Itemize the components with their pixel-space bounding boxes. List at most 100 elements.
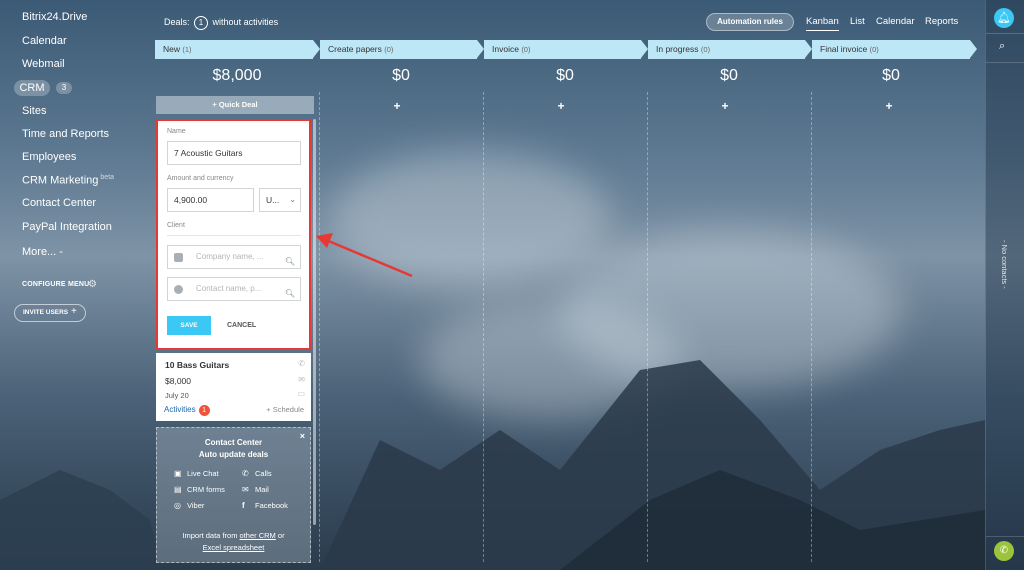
stage-sum-new: $8,000 xyxy=(212,67,262,84)
promo-item-label: Mail xyxy=(255,485,269,494)
import-text: Import data from other CRM or xyxy=(157,531,310,540)
amount-input[interactable]: 4,900.00 xyxy=(167,188,254,212)
configure-menu-button[interactable]: CONFIGURE MENU xyxy=(22,281,89,288)
other-crm-link[interactable]: other CRM xyxy=(240,531,276,540)
beta-label: beta xyxy=(100,174,115,181)
add-deal-create-papers-button[interactable]: + xyxy=(317,99,477,113)
schedule-link[interactable]: + Schedule xyxy=(266,405,304,414)
quick-deal-form: Name 7 Acoustic Guitars Amount and curre… xyxy=(156,119,311,350)
tab-kanban[interactable]: Kanban xyxy=(806,16,839,31)
excel-spreadsheet-link[interactable]: Excel spreadsheet xyxy=(203,543,265,552)
currency-select[interactable]: U... ⌄ xyxy=(259,188,301,212)
stage-header-final-invoice[interactable]: Final invoice (0) xyxy=(812,40,977,59)
phone-icon[interactable]: ✆ xyxy=(298,359,305,368)
sidebar-item-crm[interactable]: CRM xyxy=(14,80,50,96)
background-landscape xyxy=(0,0,1024,570)
column-divider xyxy=(483,92,484,562)
mail-icon[interactable]: ✉ xyxy=(298,375,305,384)
promo-item-label: Viber xyxy=(187,501,205,510)
activities-label: Activities xyxy=(164,405,196,414)
stage-name: Create papers xyxy=(328,44,382,54)
promo-item-label: Facebook xyxy=(255,501,288,510)
stage-count: (0) xyxy=(521,45,531,54)
deal-title[interactable]: 10 Bass Guitars xyxy=(165,360,229,370)
phone-icon: ✆ xyxy=(242,469,249,478)
company-search-input[interactable]: Company name, ... 🔍︎ xyxy=(167,245,301,269)
deals-count-badge[interactable]: 1 xyxy=(194,16,209,30)
column-divider xyxy=(319,92,320,562)
add-deal-invoice-button[interactable]: + xyxy=(481,99,641,113)
crm-forms-link[interactable]: ▤ CRM forms xyxy=(174,485,225,494)
divider xyxy=(167,235,301,236)
stage-header-invoice[interactable]: Invoice (0) xyxy=(484,40,648,59)
stage-header-new[interactable]: New (1) xyxy=(155,40,320,59)
sidebar-item-contact-center[interactable]: Contact Center xyxy=(22,197,96,209)
contact-search-input[interactable]: Contact name, p... 🔍︎ xyxy=(167,277,301,301)
sidebar-item-employees[interactable]: Employees xyxy=(22,151,76,163)
automation-rules-button[interactable]: Automation rules xyxy=(706,13,794,31)
bell-icon[interactable]: 🔔︎ xyxy=(994,8,1014,28)
add-deal-final-invoice-button[interactable]: + xyxy=(809,99,969,113)
add-deal-in-progress-button[interactable]: + xyxy=(645,99,805,113)
mail-link[interactable]: ✉ Mail xyxy=(242,485,269,494)
gear-icon[interactable]: ⚙ xyxy=(88,279,97,290)
chat-icon[interactable]: ▭ xyxy=(297,389,305,398)
column-divider xyxy=(647,92,648,562)
deal-amount: $8,000 xyxy=(165,376,191,386)
tab-reports[interactable]: Reports xyxy=(925,16,958,27)
stage-header-in-progress[interactable]: In progress (0) xyxy=(648,40,812,59)
cancel-button[interactable]: CANCEL xyxy=(227,316,256,335)
sidebar-item-label: CRM Marketing xyxy=(22,174,99,187)
sidebar-item-calendar[interactable]: Calendar xyxy=(22,35,67,47)
search-icon[interactable]: ⌕ xyxy=(999,40,1005,53)
deal-date: July 20 xyxy=(165,391,189,400)
crm-count-badge: 3 xyxy=(56,82,72,94)
import-prefix: Import data from xyxy=(182,531,238,540)
activities-link[interactable]: Activities 1 xyxy=(164,405,210,416)
quick-deal-button[interactable]: + Quick Deal xyxy=(156,96,314,114)
viber-link[interactable]: ◎ Viber xyxy=(174,501,204,510)
name-label: Name xyxy=(167,128,186,135)
stage-count: (0) xyxy=(869,45,879,54)
deal-name-input[interactable]: 7 Acoustic Guitars xyxy=(167,141,301,165)
facebook-icon: f xyxy=(242,501,245,510)
currency-value: U... xyxy=(266,195,280,205)
stage-name: New xyxy=(163,44,181,54)
import-text-line2: Excel spreadsheet xyxy=(157,543,310,552)
promo-item-label: Calls xyxy=(255,469,272,478)
stage-name: Invoice xyxy=(492,44,519,54)
stage-header-create-papers[interactable]: Create papers (0) xyxy=(320,40,484,59)
tab-calendar[interactable]: Calendar xyxy=(876,16,915,27)
sidebar-item-time-reports[interactable]: Time and Reports xyxy=(22,128,109,140)
contact-center-promo: × Contact Center Auto update deals ▣ Live… xyxy=(156,427,311,563)
sidebar-item-crm-marketing[interactable]: CRM Marketing beta xyxy=(22,174,114,187)
tab-list[interactable]: List xyxy=(850,16,865,27)
deals-label: Deals: xyxy=(164,17,190,27)
sidebar-item-more[interactable]: More... - xyxy=(22,246,63,258)
phone-call-icon[interactable]: ✆ xyxy=(994,541,1014,561)
live-chat-link[interactable]: ▣ Live Chat xyxy=(174,469,219,478)
chat-icon: ▣ xyxy=(174,469,182,478)
sidebar-item-webmail[interactable]: Webmail xyxy=(22,58,65,70)
sidebar-item-sites[interactable]: Sites xyxy=(22,105,46,117)
stage-sum-final-invoice: $0 xyxy=(882,67,900,84)
company-placeholder: Company name, ... xyxy=(196,252,264,261)
facebook-link[interactable]: f Facebook xyxy=(242,501,288,510)
stage-count: (0) xyxy=(384,45,394,54)
sidebar-item-drive[interactable]: Bitrix24.Drive xyxy=(22,11,87,23)
activities-count-badge: 1 xyxy=(198,405,210,416)
promo-title: Contact Center xyxy=(204,438,263,447)
contact-icon xyxy=(174,285,183,294)
promo-item-label: Live Chat xyxy=(187,469,219,478)
client-label: Client xyxy=(167,222,185,229)
deal-card[interactable]: 10 Bass Guitars $8,000 July 20 Activitie… xyxy=(156,353,311,421)
divider xyxy=(986,62,1024,63)
amount-label: Amount and currency xyxy=(167,175,234,182)
chevron-down-icon: ⌄ xyxy=(289,195,296,204)
calls-link[interactable]: ✆ Calls xyxy=(242,469,272,478)
sidebar-item-paypal[interactable]: PayPal Integration xyxy=(22,221,112,233)
save-button[interactable]: SAVE xyxy=(167,316,211,335)
stage-name: In progress xyxy=(656,44,699,54)
company-icon xyxy=(174,253,183,262)
column-scrollbar[interactable] xyxy=(313,119,316,525)
